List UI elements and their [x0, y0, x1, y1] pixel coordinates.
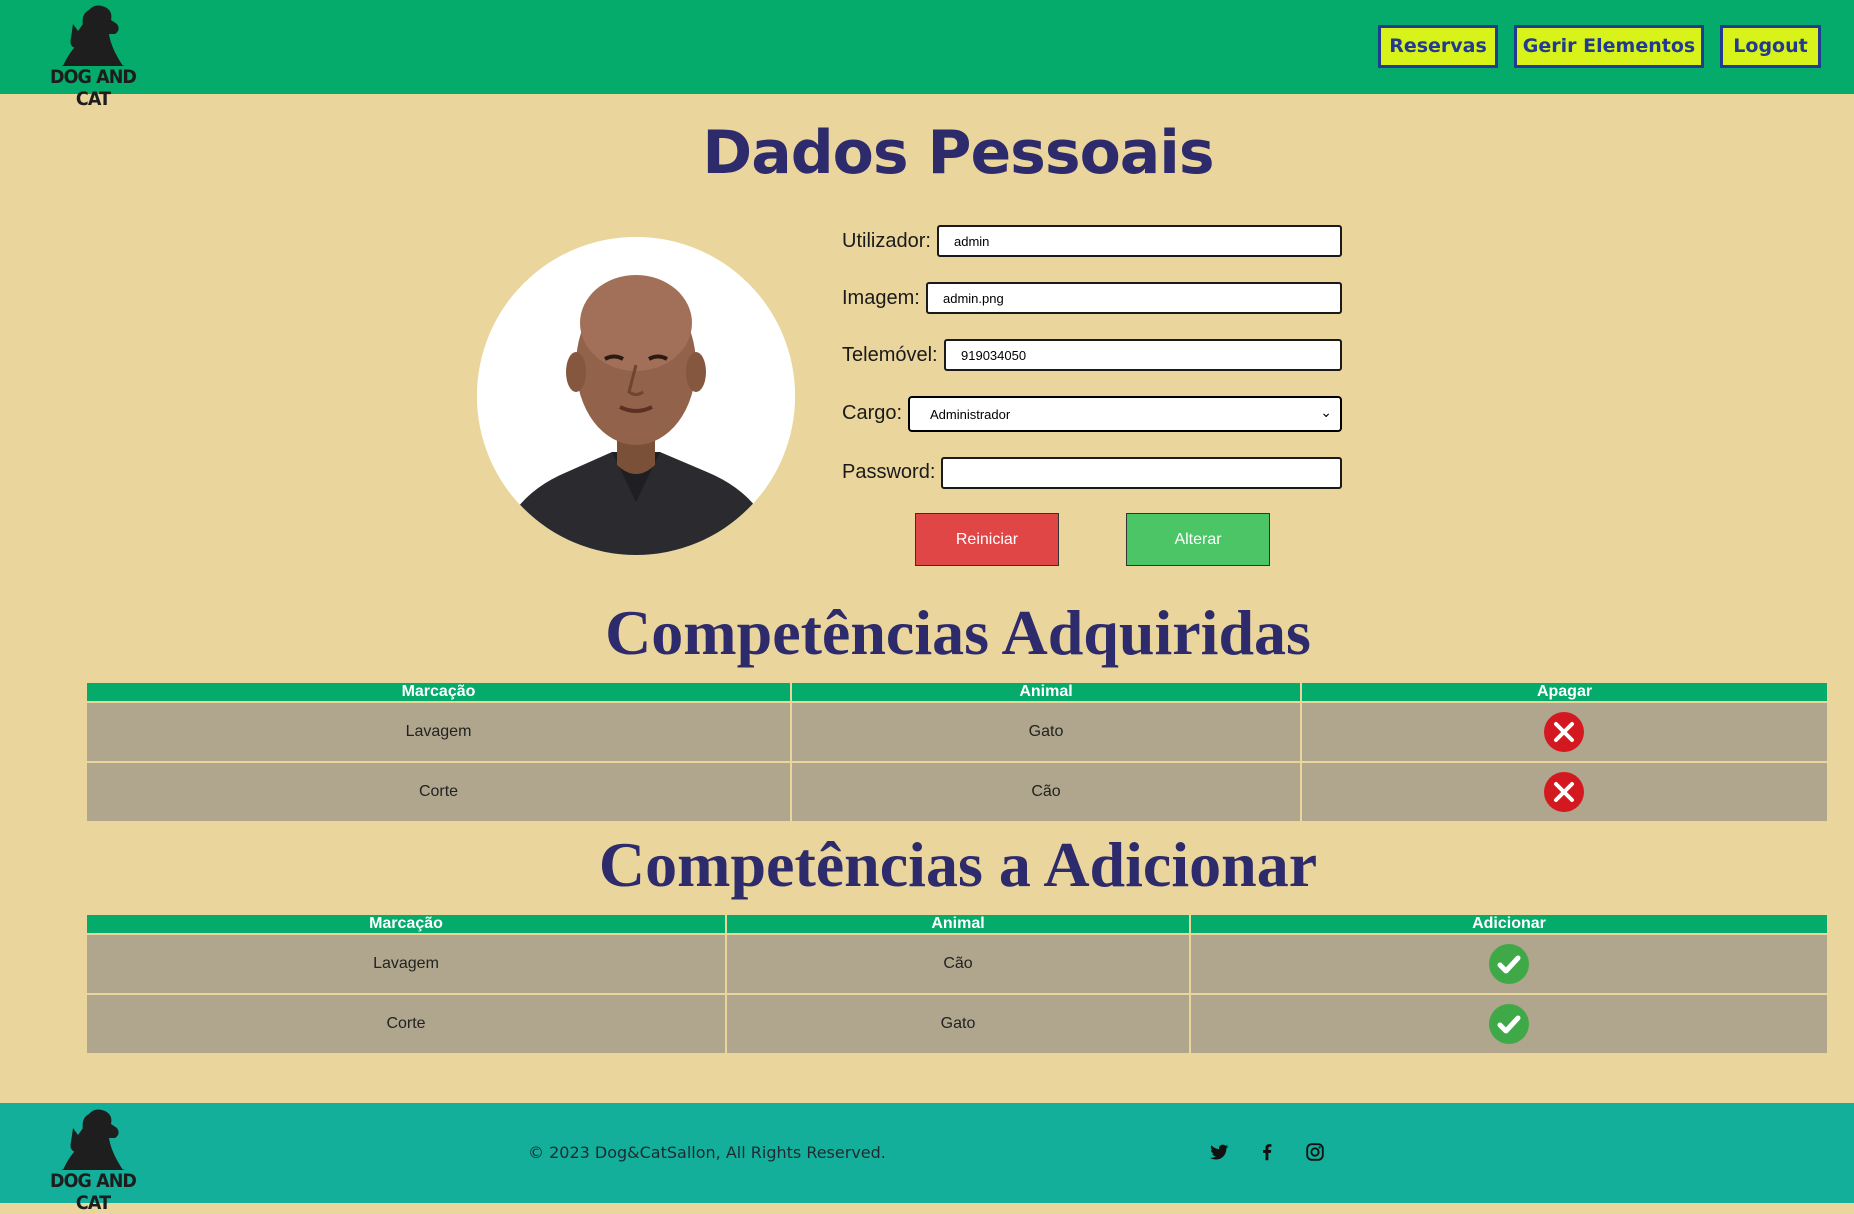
checkmark-icon[interactable]	[1489, 1004, 1529, 1044]
password-field[interactable]	[941, 457, 1342, 489]
delete-icon[interactable]	[1544, 772, 1584, 812]
imagem-field[interactable]	[926, 282, 1342, 314]
cell-marcacao: Lavagem	[87, 935, 725, 993]
password-label: Password:	[842, 461, 936, 483]
column-header-apagar: Apagar	[1302, 683, 1827, 701]
cell-animal: Gato	[792, 703, 1300, 761]
avatar	[477, 237, 795, 555]
footer-logo: DOG AND CAT	[35, 1108, 151, 1214]
skills-to-add-title: Competências a Adicionar	[598, 829, 1318, 900]
cell-adicionar	[1191, 935, 1827, 993]
acquired-skills-title: Competências Adquiridas	[605, 597, 1311, 668]
logout-button[interactable]: Logout	[1720, 25, 1821, 68]
logo[interactable]: DOG AND CAT	[35, 4, 151, 110]
gerir-elementos-button[interactable]: Gerir Elementos	[1514, 25, 1704, 68]
utilizador-field[interactable]	[937, 225, 1342, 257]
cell-apagar	[1302, 763, 1827, 821]
dog-cat-logo-icon	[61, 5, 125, 66]
column-header-animal: Animal	[792, 683, 1300, 701]
cargo-select[interactable]: Administrador ⌄	[908, 396, 1342, 432]
column-header-adicionar: Adicionar	[1191, 915, 1827, 933]
column-header-marcacao: Marcação	[87, 683, 790, 701]
skills-to-add-table: Marcação Animal Adicionar Lavagem Cão Co…	[87, 915, 1827, 1053]
copyright-text: © 2023 Dog&CatSallon, All Rights Reserve…	[528, 1143, 886, 1162]
checkmark-icon[interactable]	[1489, 944, 1529, 984]
cell-marcacao: Lavagem	[87, 703, 790, 761]
delete-icon[interactable]	[1544, 712, 1584, 752]
reservas-button[interactable]: Reservas	[1378, 25, 1498, 68]
column-header-marcacao: Marcação	[87, 915, 725, 933]
imagem-label: Imagem:	[842, 287, 920, 309]
alterar-button[interactable]: Alterar	[1126, 513, 1270, 566]
chevron-down-icon: ⌄	[1320, 404, 1332, 420]
cell-animal: Cão	[792, 763, 1300, 821]
cell-marcacao: Corte	[87, 763, 790, 821]
footer: DOG AND CAT © 2023 Dog&CatSallon, All Ri…	[0, 1103, 1854, 1214]
telemovel-field[interactable]	[944, 339, 1342, 371]
column-header-animal: Animal	[727, 915, 1189, 933]
cell-apagar	[1302, 703, 1827, 761]
reiniciar-button[interactable]: Reiniciar	[915, 513, 1059, 566]
twitter-icon[interactable]	[1208, 1141, 1230, 1163]
cell-marcacao: Corte	[87, 995, 725, 1053]
user-photo-icon	[477, 237, 795, 555]
cargo-label: Cargo:	[842, 402, 903, 424]
instagram-icon[interactable]	[1304, 1141, 1326, 1163]
facebook-icon[interactable]	[1256, 1141, 1278, 1163]
top-navbar: DOG AND CAT Reservas Gerir Elementos Log…	[0, 0, 1854, 110]
cell-adicionar	[1191, 995, 1827, 1053]
dog-cat-logo-icon	[61, 1109, 125, 1170]
cargo-selected-value: Administrador	[930, 407, 1011, 422]
utilizador-label: Utilizador:	[842, 230, 931, 252]
cell-animal: Cão	[727, 935, 1189, 993]
acquired-skills-table: Marcação Animal Apagar Lavagem Gato Cort…	[87, 683, 1827, 821]
telemovel-label: Telemóvel:	[842, 344, 938, 366]
cell-animal: Gato	[727, 995, 1189, 1053]
page-title: Dados Pessoais	[702, 118, 1214, 188]
footer-logo-text: DOG AND CAT	[49, 1170, 137, 1214]
logo-text: DOG AND CAT	[49, 66, 137, 110]
